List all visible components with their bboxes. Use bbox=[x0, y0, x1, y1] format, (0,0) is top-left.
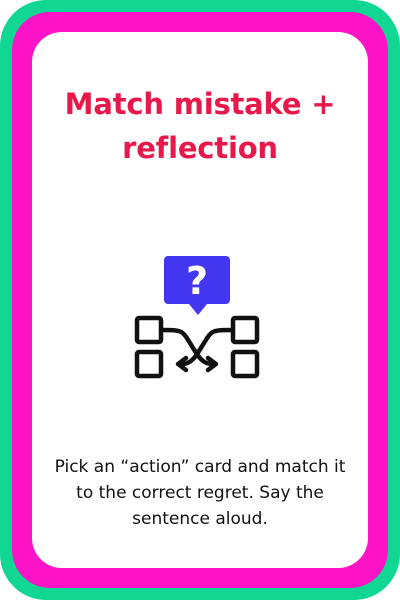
card-instruction: Pick an “action” card and match it to th… bbox=[54, 457, 346, 529]
match-arrows-question-icon: ? bbox=[130, 248, 270, 388]
right-bottom-box-icon bbox=[230, 349, 260, 379]
left-top-box-icon bbox=[134, 315, 164, 345]
svg-text:?: ? bbox=[186, 259, 208, 303]
question-bubble-icon: ? bbox=[164, 256, 230, 315]
card-title: Match mistake + reflection bbox=[64, 87, 336, 165]
left-bottom-box-icon bbox=[134, 349, 164, 379]
right-top-box-icon bbox=[230, 315, 260, 345]
